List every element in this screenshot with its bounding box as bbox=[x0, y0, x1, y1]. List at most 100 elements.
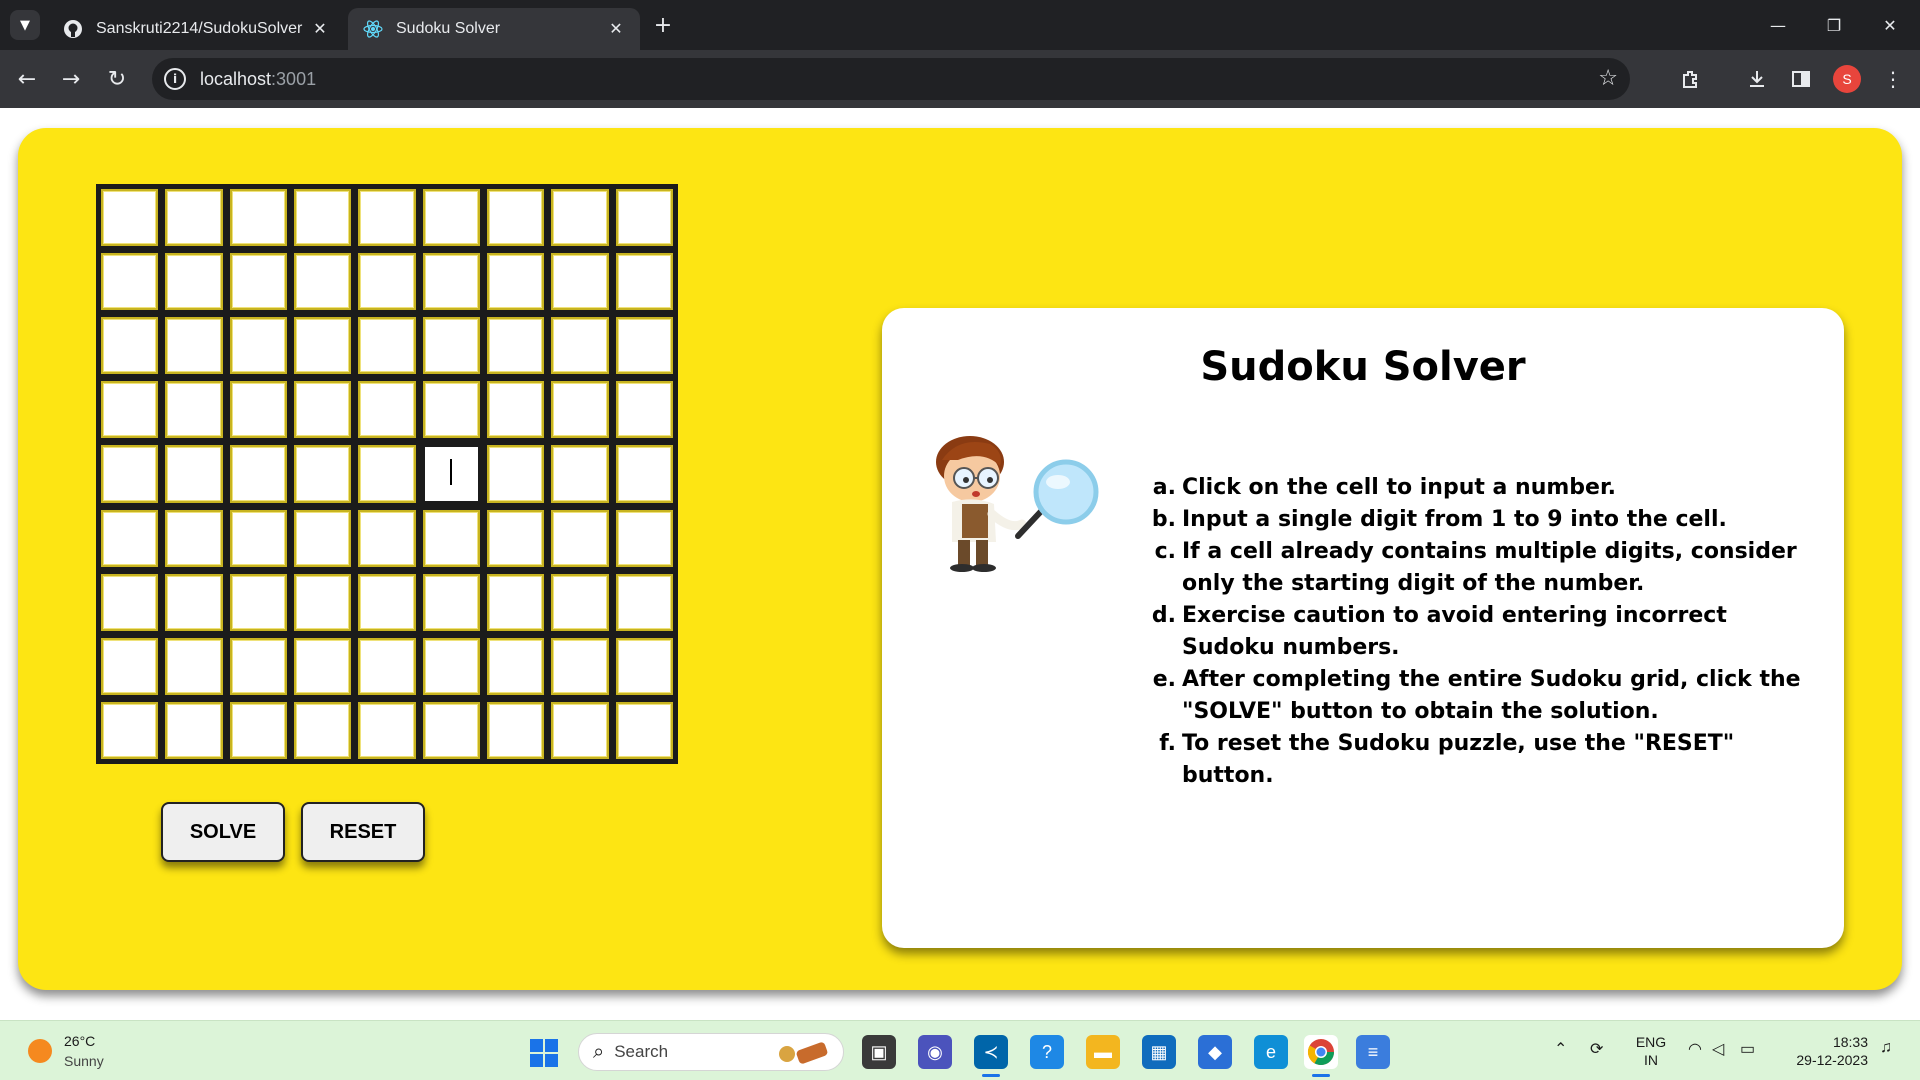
sun-icon[interactable] bbox=[28, 1039, 52, 1063]
sudoku-cell[interactable] bbox=[551, 317, 609, 375]
sudoku-cell[interactable] bbox=[422, 381, 480, 439]
sudoku-cell[interactable] bbox=[615, 509, 673, 567]
task-view-icon[interactable]: ▣ bbox=[862, 1035, 896, 1069]
sudoku-cell[interactable] bbox=[101, 317, 159, 375]
sudoku-cell[interactable] bbox=[551, 509, 609, 567]
sudoku-cell[interactable] bbox=[615, 637, 673, 695]
sudoku-cell[interactable] bbox=[165, 701, 223, 759]
sudoku-cell[interactable] bbox=[229, 637, 287, 695]
sudoku-cell[interactable] bbox=[358, 381, 416, 439]
address-bar[interactable]: i localhost:3001 ☆ bbox=[152, 58, 1630, 100]
microsoft-store-icon[interactable]: ▦ bbox=[1142, 1035, 1176, 1069]
sudoku-cell[interactable] bbox=[486, 637, 545, 695]
sudoku-cell[interactable] bbox=[165, 637, 223, 695]
sudoku-cell[interactable] bbox=[165, 253, 223, 311]
sudoku-cell[interactable] bbox=[293, 445, 352, 503]
sudoku-cell[interactable] bbox=[551, 445, 609, 503]
file-explorer-icon[interactable]: ▬ bbox=[1086, 1035, 1120, 1069]
sudoku-cell[interactable] bbox=[615, 317, 673, 375]
sudoku-cell[interactable] bbox=[358, 253, 416, 311]
tab-search-button[interactable]: ▼ bbox=[10, 10, 40, 40]
sudoku-cell[interactable] bbox=[422, 189, 480, 247]
help-icon[interactable]: ? bbox=[1030, 1035, 1064, 1069]
sudoku-cell[interactable] bbox=[101, 381, 159, 439]
sudoku-cell[interactable] bbox=[486, 701, 545, 759]
sudoku-cell[interactable] bbox=[101, 573, 159, 631]
sudoku-cell[interactable] bbox=[551, 381, 609, 439]
sudoku-cell[interactable] bbox=[422, 701, 480, 759]
sudoku-cell[interactable] bbox=[615, 381, 673, 439]
edge-icon[interactable]: e bbox=[1254, 1035, 1288, 1069]
language-indicator[interactable]: ENG IN bbox=[1634, 1033, 1668, 1069]
sudoku-cell[interactable] bbox=[486, 509, 545, 567]
sudoku-cell[interactable] bbox=[293, 253, 352, 311]
sudoku-cell[interactable] bbox=[486, 381, 545, 439]
sudoku-cell[interactable] bbox=[615, 253, 673, 311]
profile-avatar[interactable]: S bbox=[1833, 65, 1861, 93]
vscode-icon[interactable]: ≺ bbox=[974, 1035, 1008, 1077]
sudoku-cell[interactable] bbox=[551, 189, 609, 247]
bookmark-star-icon[interactable]: ☆ bbox=[1598, 66, 1618, 91]
more-menu-icon[interactable]: ⋮ bbox=[1878, 64, 1908, 94]
sudoku-cell[interactable] bbox=[422, 637, 480, 695]
notification-bell-icon[interactable]: ♫ bbox=[1880, 1039, 1892, 1057]
sudoku-cell[interactable] bbox=[551, 573, 609, 631]
sudoku-cell[interactable] bbox=[358, 445, 416, 503]
sudoku-cell[interactable] bbox=[615, 189, 673, 247]
sudoku-cell[interactable] bbox=[615, 573, 673, 631]
system-clock[interactable]: 18:33 29-12-2023 bbox=[1786, 1033, 1868, 1069]
info-icon[interactable]: i bbox=[164, 68, 186, 90]
sudoku-cell[interactable] bbox=[358, 701, 416, 759]
sudoku-cell[interactable] bbox=[101, 189, 159, 247]
sudoku-cell[interactable] bbox=[101, 445, 159, 503]
sudoku-cell[interactable] bbox=[551, 253, 609, 311]
sudoku-cell[interactable] bbox=[358, 637, 416, 695]
sudoku-cell[interactable] bbox=[165, 317, 223, 375]
sudoku-cell[interactable] bbox=[165, 381, 223, 439]
sudoku-cell[interactable] bbox=[165, 509, 223, 567]
wifi-icon[interactable]: ◠ bbox=[1688, 1039, 1702, 1059]
windows-start-icon[interactable] bbox=[530, 1039, 558, 1067]
sudoku-cell[interactable] bbox=[293, 701, 352, 759]
teams-chat-icon[interactable]: ◉ bbox=[918, 1035, 952, 1069]
sudoku-cell[interactable] bbox=[101, 701, 159, 759]
sudoku-cell[interactable] bbox=[165, 189, 223, 247]
sudoku-cell[interactable] bbox=[358, 189, 416, 247]
sudoku-cell[interactable] bbox=[358, 317, 416, 375]
sudoku-cell[interactable] bbox=[358, 509, 416, 567]
sudoku-cell[interactable] bbox=[229, 189, 287, 247]
sudoku-cell[interactable] bbox=[229, 701, 287, 759]
tab-sudoku-solver[interactable]: Sudoku Solver ✕ bbox=[348, 8, 640, 50]
sudoku-cell[interactable] bbox=[229, 573, 287, 631]
sudoku-cell[interactable] bbox=[486, 189, 545, 247]
sudoku-cell[interactable] bbox=[229, 317, 287, 375]
battery-icon[interactable]: ▭ bbox=[1740, 1039, 1755, 1059]
weather-temperature[interactable]: 26°C bbox=[64, 1033, 95, 1049]
notepad-icon[interactable]: ≡ bbox=[1356, 1035, 1390, 1069]
sudoku-cell[interactable] bbox=[293, 573, 352, 631]
sudoku-cell[interactable] bbox=[486, 317, 545, 375]
side-panel-icon[interactable] bbox=[1786, 64, 1816, 94]
volume-icon[interactable]: ◁ bbox=[1712, 1039, 1724, 1059]
sudoku-cell[interactable] bbox=[101, 637, 159, 695]
minimize-button[interactable]: — bbox=[1750, 0, 1806, 50]
chrome-icon[interactable] bbox=[1304, 1035, 1338, 1077]
restore-button[interactable]: ❐ bbox=[1806, 0, 1862, 50]
tab-github[interactable]: Sanskruti2214/SudokuSolver ✕ bbox=[48, 8, 344, 50]
sudoku-cell[interactable] bbox=[615, 701, 673, 759]
sudoku-cell[interactable] bbox=[293, 509, 352, 567]
sudoku-cell[interactable] bbox=[293, 637, 352, 695]
sudoku-cell[interactable] bbox=[422, 253, 480, 311]
sudoku-cell[interactable] bbox=[486, 573, 545, 631]
chevron-up-icon[interactable]: ⌃ bbox=[1554, 1039, 1567, 1059]
solve-button[interactable]: SOLVE bbox=[161, 802, 285, 862]
taskbar-search-box[interactable]: ⌕ Search bbox=[578, 1033, 844, 1071]
close-icon[interactable]: ✕ bbox=[606, 19, 626, 39]
sudoku-cell[interactable] bbox=[615, 445, 673, 503]
sudoku-cell[interactable] bbox=[293, 381, 352, 439]
sudoku-cell[interactable] bbox=[229, 509, 287, 567]
sudoku-cell[interactable] bbox=[422, 509, 480, 567]
weather-description[interactable]: Sunny bbox=[64, 1053, 104, 1069]
sudoku-cell[interactable] bbox=[486, 445, 545, 503]
sudoku-cell[interactable] bbox=[422, 445, 480, 503]
